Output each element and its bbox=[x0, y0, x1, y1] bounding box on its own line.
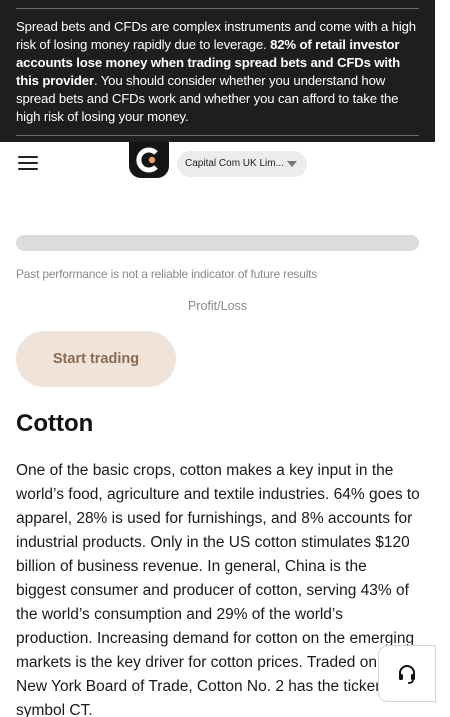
caret-down-icon bbox=[287, 161, 297, 167]
entity-selector-dropdown[interactable]: Capital Com UK Lim... bbox=[177, 151, 307, 177]
page-title: Cotton bbox=[16, 410, 94, 437]
chart-loading-placeholder bbox=[16, 235, 419, 251]
top-navigation-bar: Capital Com UK Lim... bbox=[0, 142, 435, 188]
banner-bottom-divider bbox=[16, 135, 419, 136]
instrument-description: One of the basic crops, cotton makes a k… bbox=[16, 462, 420, 717]
entity-selector-label: Capital Com UK Lim... bbox=[185, 158, 284, 169]
hamburger-menu-icon[interactable] bbox=[18, 156, 38, 172]
past-performance-disclaimer: Past performance is not a reliable indic… bbox=[16, 267, 318, 281]
support-chat-button[interactable] bbox=[378, 645, 436, 702]
capital-com-logo[interactable] bbox=[129, 142, 169, 178]
start-trading-button[interactable]: Start trading bbox=[16, 331, 176, 387]
risk-warning-text: Spread bets and CFDs are complex instrum… bbox=[16, 9, 419, 135]
risk-warning-banner: Spread bets and CFDs are complex instrum… bbox=[0, 0, 435, 142]
headset-icon bbox=[399, 665, 415, 684]
profit-loss-label: Profit/Loss bbox=[187, 299, 248, 313]
